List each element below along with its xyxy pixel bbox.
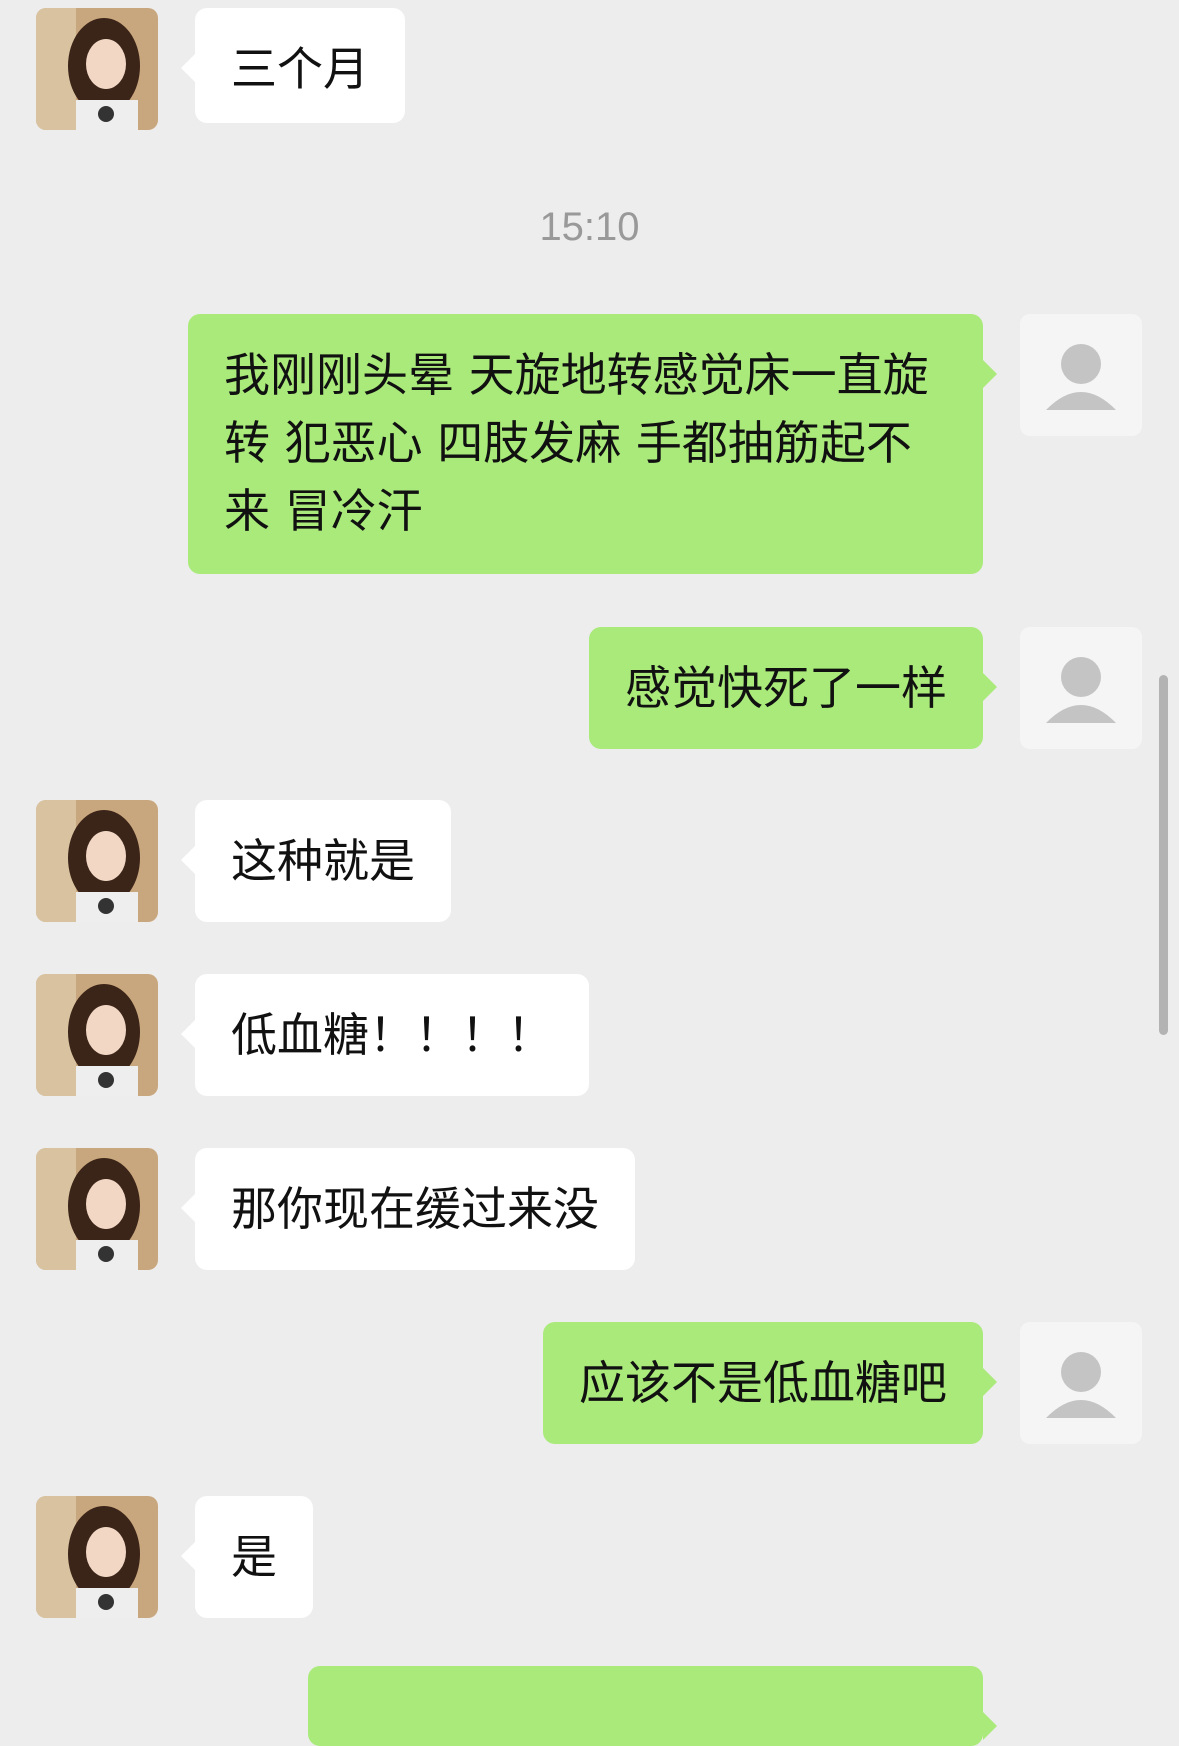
message-text: 三个月: [231, 42, 369, 96]
default-user-icon: [1046, 344, 1116, 410]
message-text: 应该不是低血糖吧: [579, 1356, 947, 1410]
message-bubble[interactable]: 这种就是: [181, 800, 451, 922]
message-text: 那你现在缓过来没: [231, 1182, 599, 1236]
message-text: 低血糖！！！！: [231, 1008, 553, 1062]
contact-photo-icon: [36, 800, 158, 922]
message-bubble[interactable]: [308, 1666, 997, 1746]
contact-avatar[interactable]: [36, 8, 158, 130]
timestamp: 15:10: [539, 205, 640, 249]
contact-photo-icon: [36, 8, 158, 130]
message-bubble[interactable]: 应该不是低血糖吧: [543, 1322, 997, 1444]
contact-avatar[interactable]: [36, 974, 158, 1096]
default-user-icon: [1046, 1352, 1116, 1418]
contact-avatar[interactable]: [36, 800, 158, 922]
message-text: 感觉快死了一样: [625, 661, 947, 715]
self-avatar[interactable]: [1020, 314, 1142, 436]
message-bubble[interactable]: 我刚刚头晕 天旋地转感觉床一直旋转 犯恶心 四肢发麻 手都抽筋起不来 冒冷汗: [188, 314, 997, 574]
self-avatar[interactable]: [1020, 627, 1142, 749]
message-bubble[interactable]: 是: [181, 1496, 313, 1618]
message-bubble[interactable]: 低血糖！！！！: [181, 974, 589, 1096]
message-text: 是: [231, 1530, 277, 1584]
message-text: 这种就是: [231, 834, 415, 888]
message-bubble[interactable]: 三个月: [181, 8, 405, 123]
chat-area[interactable]: 三个月 15:10 我刚刚头晕 天旋地转感觉床一直旋转 犯恶心 四肢发麻 手都抽…: [0, 0, 1179, 1746]
message-bubble[interactable]: 感觉快死了一样: [589, 627, 997, 749]
message-bubble[interactable]: 那你现在缓过来没: [181, 1148, 635, 1270]
contact-avatar[interactable]: [36, 1148, 158, 1270]
contact-avatar[interactable]: [36, 1496, 158, 1618]
contact-photo-icon: [36, 1148, 158, 1270]
default-user-icon: [1046, 657, 1116, 723]
contact-photo-icon: [36, 1496, 158, 1618]
message-text: 我刚刚头晕 天旋地转感觉床一直旋转 犯恶心 四肢发麻 手都抽筋起不来 冒冷汗: [224, 348, 929, 538]
scrollbar[interactable]: [1159, 675, 1168, 1035]
contact-photo-icon: [36, 974, 158, 1096]
self-avatar[interactable]: [1020, 1322, 1142, 1444]
